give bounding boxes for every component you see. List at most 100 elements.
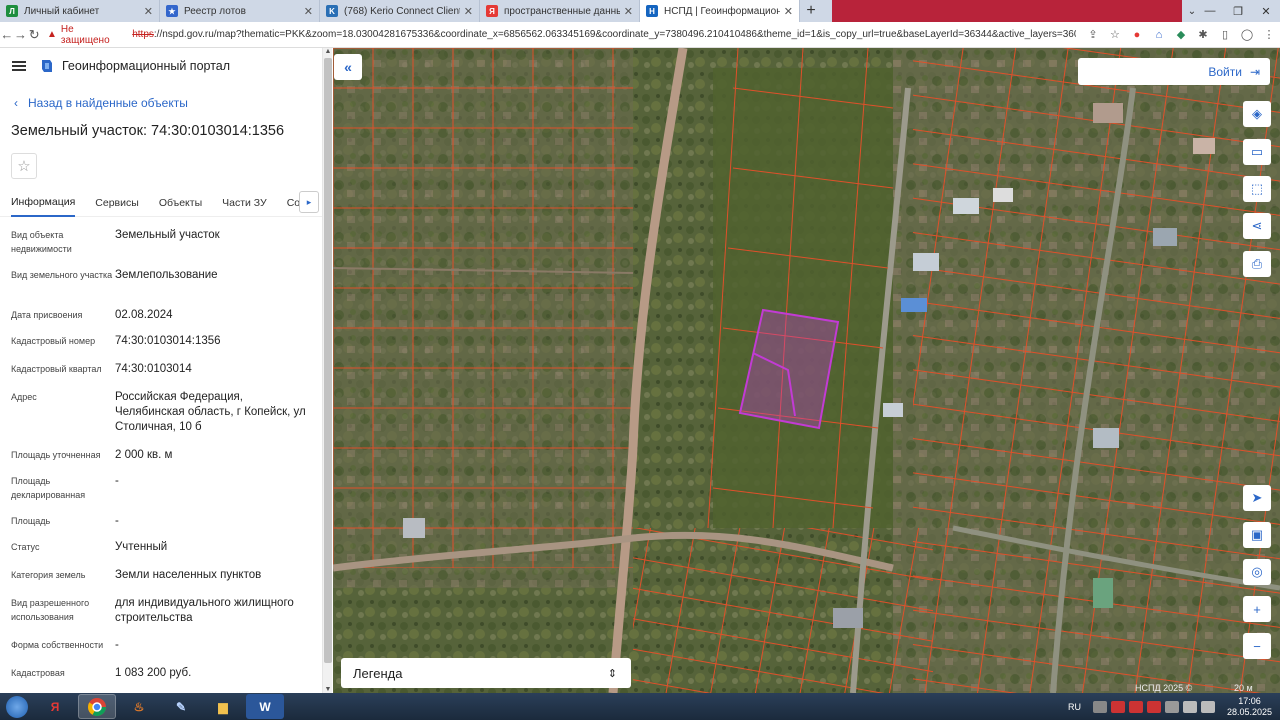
extension-home-icon[interactable]: ⌂ <box>1148 29 1170 41</box>
network-icon[interactable] <box>1182 700 1197 713</box>
scroll-up-icon[interactable]: ▲ <box>323 48 333 55</box>
browser-tab-3[interactable]: K (768) Kerio Connect Client ✕ <box>320 0 480 22</box>
url-input[interactable]: ▲ Не защищено https ://nspd.gov.ru/map?t… <box>47 23 1076 46</box>
layers-icon: ◈ <box>1252 106 1262 121</box>
taskbar-chrome[interactable] <box>78 694 116 719</box>
list-item: Вид объекта недвижимости Земельный участ… <box>0 223 322 263</box>
taskbar-word[interactable]: W <box>246 694 284 719</box>
property-value: - <box>115 515 119 527</box>
bookmark-star-icon[interactable]: ☆ <box>1104 28 1126 41</box>
zoom-in-button[interactable]: + <box>1243 596 1271 622</box>
tab-close-icon[interactable]: ✕ <box>464 5 473 18</box>
minimap-button[interactable]: ▣ <box>1243 522 1271 548</box>
not-secure-label: Не защищено <box>60 23 110 46</box>
favorite-star-button[interactable]: ☆ <box>11 153 37 179</box>
tab-close-icon[interactable]: ✕ <box>784 5 793 18</box>
forward-arrow-icon[interactable]: → <box>14 27 28 42</box>
scrollbar-thumb[interactable] <box>324 58 332 663</box>
reload-icon[interactable]: ↻ <box>27 27 41 43</box>
measure-button[interactable]: ▭ <box>1243 139 1271 165</box>
select-area-button[interactable]: ⬚ <box>1243 176 1271 202</box>
property-label: Кадастровый номер <box>11 336 96 346</box>
property-value: 1 083 200 руб. <box>115 667 192 679</box>
puzzle-extensions-icon[interactable]: ✱ <box>1192 28 1214 41</box>
taskbar-feather-app[interactable]: ✎ <box>162 694 200 719</box>
back-to-results-link[interactable]: ‹ Назад в найденные объекты <box>14 96 322 110</box>
tab-information[interactable]: Информация <box>11 189 76 217</box>
my-location-button[interactable]: ➤ <box>1243 485 1271 511</box>
extension-shield-icon[interactable]: ◆ <box>1170 28 1192 41</box>
scroll-down-icon[interactable]: ▼ <box>323 686 333 693</box>
close-window-icon[interactable]: ✕ <box>1252 0 1280 22</box>
property-list: Вид объекта недвижимости Земельный участ… <box>0 223 322 689</box>
chrome-icon <box>87 697 106 716</box>
volume-icon[interactable] <box>1200 700 1215 713</box>
print-button[interactable]: ⎙ <box>1243 251 1271 277</box>
language-indicator[interactable]: RU <box>1068 702 1081 712</box>
legend-dropdown[interactable]: Легенда ⇕ <box>341 658 631 688</box>
zoom-out-button[interactable]: − <box>1243 633 1271 659</box>
login-label: Войти <box>1208 64 1242 79</box>
profile-avatar-icon[interactable]: ◯ <box>1236 28 1258 41</box>
layers-button[interactable]: ◈ <box>1243 101 1271 127</box>
tab-close-icon[interactable]: ✕ <box>144 5 153 18</box>
system-clock[interactable]: 17:06 28.05.2025 <box>1227 696 1272 718</box>
geo-search-button[interactable]: ◎ <box>1243 559 1271 585</box>
expand-collapse-icon: ⇕ <box>607 667 617 680</box>
tab-title: пространственные данные рос <box>504 5 620 17</box>
tray-app-icon[interactable] <box>1092 700 1107 713</box>
system-tray: RU 17:06 28.05.2025 <box>1068 696 1280 718</box>
sidebar-scrollbar[interactable]: ▲ ▼ <box>322 48 332 693</box>
tab-strip-background <box>832 0 1182 22</box>
list-item: Площадь - <box>0 509 322 535</box>
list-item: Форма собственности - <box>0 633 322 661</box>
browser-tab-4[interactable]: Я пространственные данные рос ✕ <box>480 0 640 22</box>
tray-app-icon[interactable] <box>1128 700 1143 713</box>
taskbar-file-explorer[interactable]: ▆ <box>204 694 242 719</box>
property-label: Кадастровый квартал <box>11 364 102 374</box>
hamburger-menu-icon[interactable] <box>12 61 26 71</box>
tab-objects[interactable]: Объекты <box>159 189 202 217</box>
start-button[interactable] <box>0 693 34 720</box>
back-arrow-icon[interactable]: ← <box>0 27 14 42</box>
sidebar-toggle-icon[interactable]: ▯ <box>1214 28 1236 41</box>
share-icon[interactable]: ⇪ <box>1082 28 1104 41</box>
minimize-icon[interactable]: — <box>1196 0 1224 22</box>
tabs-scroll-right-button[interactable]: ▸ <box>299 191 319 213</box>
portal-header: Геоинформационный портал <box>0 48 322 84</box>
property-label: Форма собственности <box>11 640 104 650</box>
tab-title: Личный кабинет <box>24 5 100 17</box>
browser-tab-2[interactable]: ★ Реестр лотов ✕ <box>160 0 320 22</box>
share-map-button[interactable]: ⋖ <box>1243 213 1271 239</box>
tray-app-icon[interactable] <box>1146 700 1161 713</box>
browser-tab-5-active[interactable]: Н НСПД | Геоинформационный п ✕ <box>640 0 800 22</box>
tray-app-icon[interactable] <box>1110 700 1125 713</box>
property-value: Земли населенных пунктов <box>115 569 262 581</box>
map-canvas[interactable] <box>333 48 1280 693</box>
login-button[interactable]: Войти ⇥ <box>1078 58 1270 85</box>
tab-parcel-parts[interactable]: Части ЗУ <box>222 189 267 217</box>
collapse-panel-button[interactable]: « <box>334 54 362 80</box>
clock-date: 28.05.2025 <box>1226 706 1272 717</box>
list-item: Дата присвоения 02.08.2024 <box>0 303 322 329</box>
tab-close-icon[interactable]: ✕ <box>624 5 633 18</box>
map-copyright: НСПД 2025 © <box>1135 683 1193 693</box>
tab-services[interactable]: Сервисы <box>95 189 139 217</box>
tab-title: (768) Kerio Connect Client <box>344 5 460 17</box>
tab-close-icon[interactable]: ✕ <box>304 5 313 18</box>
select-area-icon: ⬚ <box>1250 181 1264 196</box>
tray-app-icon[interactable] <box>1164 700 1179 713</box>
object-title: Земельный участок: 74:30:0103014:1356 <box>11 123 285 139</box>
property-value: 74:30:0103014 <box>115 363 192 375</box>
clock-time: 17:06 <box>1238 695 1261 706</box>
taskbar-java-app[interactable]: ♨ <box>120 694 158 719</box>
property-label: Категория земель <box>11 570 86 580</box>
browser-menu-icon[interactable]: ⋮ <box>1258 28 1280 41</box>
yandex-extension-icon[interactable]: ● <box>1126 29 1148 41</box>
list-item: Статус Учтенный <box>0 535 322 563</box>
maximize-icon[interactable]: ❐ <box>1224 0 1252 22</box>
new-tab-button[interactable]: + <box>800 0 822 22</box>
browser-tab-1[interactable]: Л Личный кабинет ✕ <box>0 0 160 22</box>
info-tabs: Информация Сервисы Объекты Части ЗУ Сост… <box>0 189 322 217</box>
taskbar-yandex-browser[interactable]: Я <box>36 694 74 719</box>
